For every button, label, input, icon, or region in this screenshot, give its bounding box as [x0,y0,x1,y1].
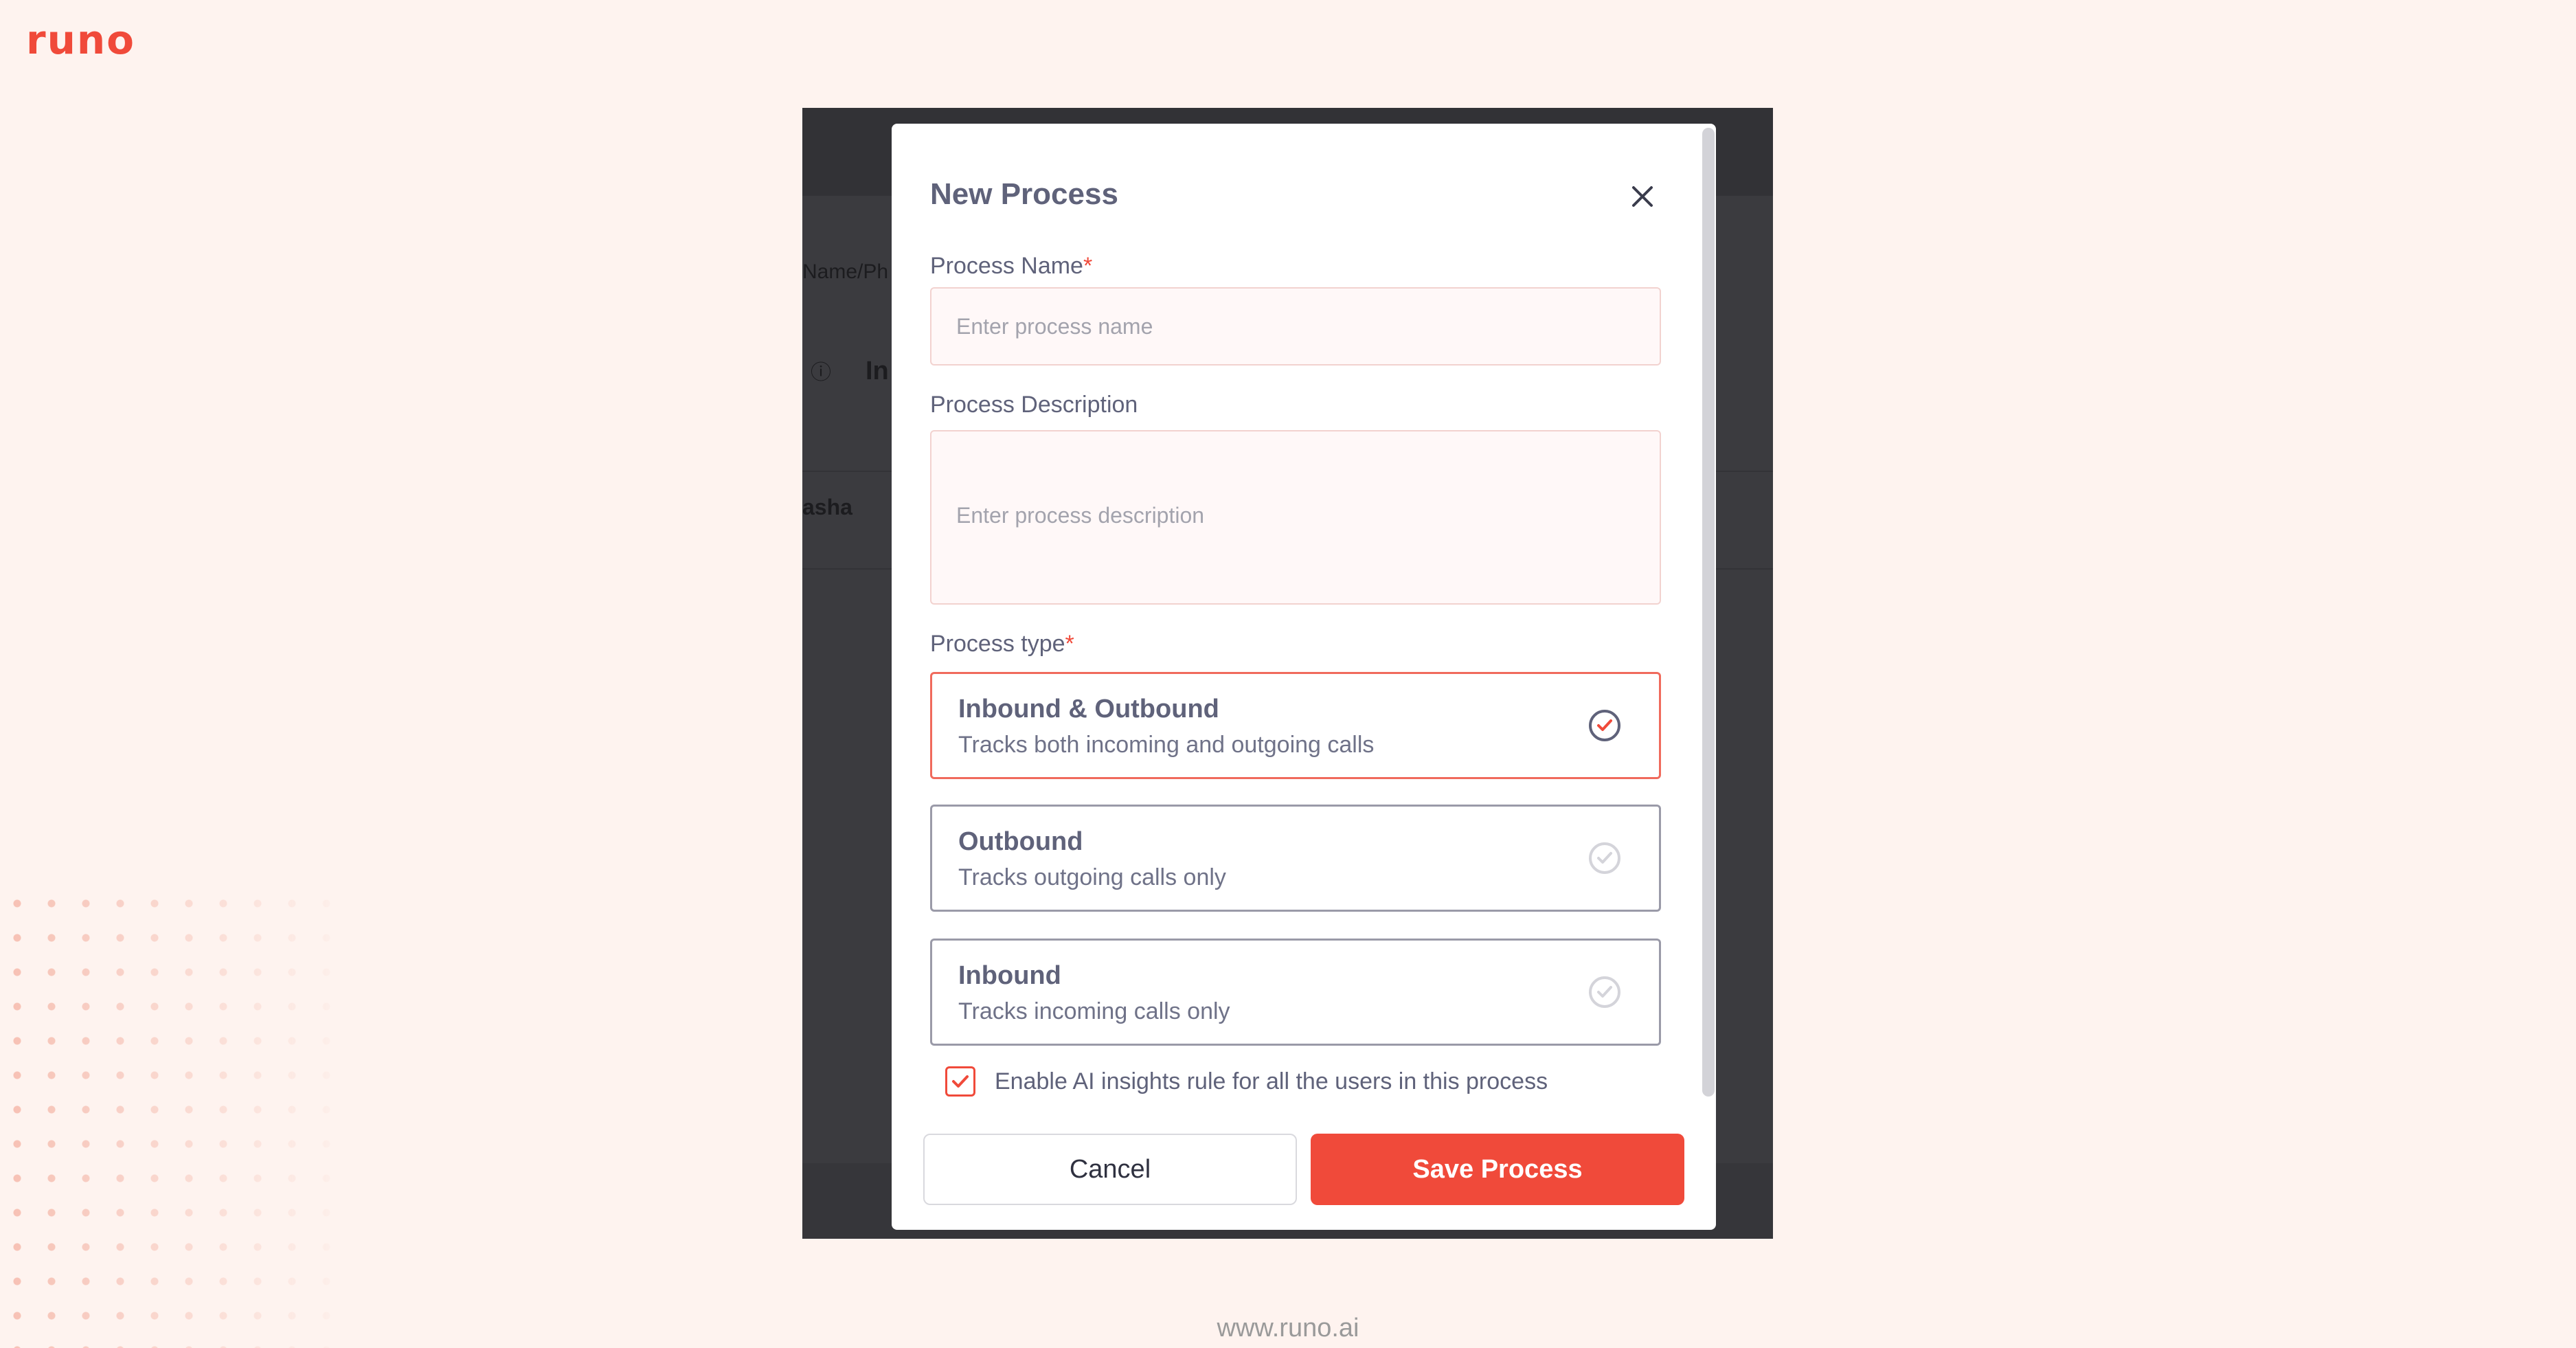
close-button[interactable] [1623,177,1662,216]
check-circle-icon [1589,842,1620,874]
save-process-button[interactable]: Save Process [1311,1134,1684,1205]
required-mark: * [1065,631,1074,657]
backdrop-row-text: asha [802,495,852,519]
decorative-dot-pattern [0,886,357,1348]
backdrop-heading: In [866,357,889,385]
process-type-option-outbound[interactable]: Outbound Tracks outgoing calls only [930,805,1661,912]
option-description: Tracks both incoming and outgoing calls [958,732,1375,758]
backdrop-info-icon: ⓘ [811,361,831,384]
required-mark: * [1083,253,1093,279]
option-title: Inbound [958,961,1061,990]
runo-logo: runo [26,16,136,63]
process-type-label: Process type* [930,631,1074,657]
option-title: Inbound & Outbound [958,695,1219,723]
check-circle-icon [1589,976,1620,1008]
ai-insights-row: Enable AI insights rule for all the user… [945,1061,1548,1102]
footer-url: www.runo.ai [1217,1314,1359,1343]
process-type-option-inbound-outbound[interactable]: Inbound & Outbound Tracks both incoming … [930,672,1661,779]
check-circle-icon [1589,710,1620,741]
process-name-label: Process Name* [930,253,1093,279]
ai-insights-label: Enable AI insights rule for all the user… [995,1068,1548,1094]
option-description: Tracks incoming calls only [958,998,1230,1024]
process-description-label: Process Description [930,392,1138,418]
checkmark-icon [952,1075,969,1088]
option-description: Tracks outgoing calls only [958,864,1226,890]
new-process-dialog: New Process Process Name* Process Descri… [892,124,1716,1230]
dialog-title: New Process [930,177,1118,211]
process-name-input[interactable] [930,287,1661,366]
cancel-button[interactable]: Cancel [923,1134,1297,1205]
process-type-option-inbound[interactable]: Inbound Tracks incoming calls only [930,939,1661,1046]
backdrop-search-text: Name/Ph [802,260,889,283]
ai-insights-checkbox[interactable] [945,1066,975,1097]
option-title: Outbound [958,827,1083,856]
close-icon [1632,186,1653,207]
dialog-scrollbar[interactable] [1702,128,1715,1097]
process-description-input[interactable] [930,430,1661,605]
